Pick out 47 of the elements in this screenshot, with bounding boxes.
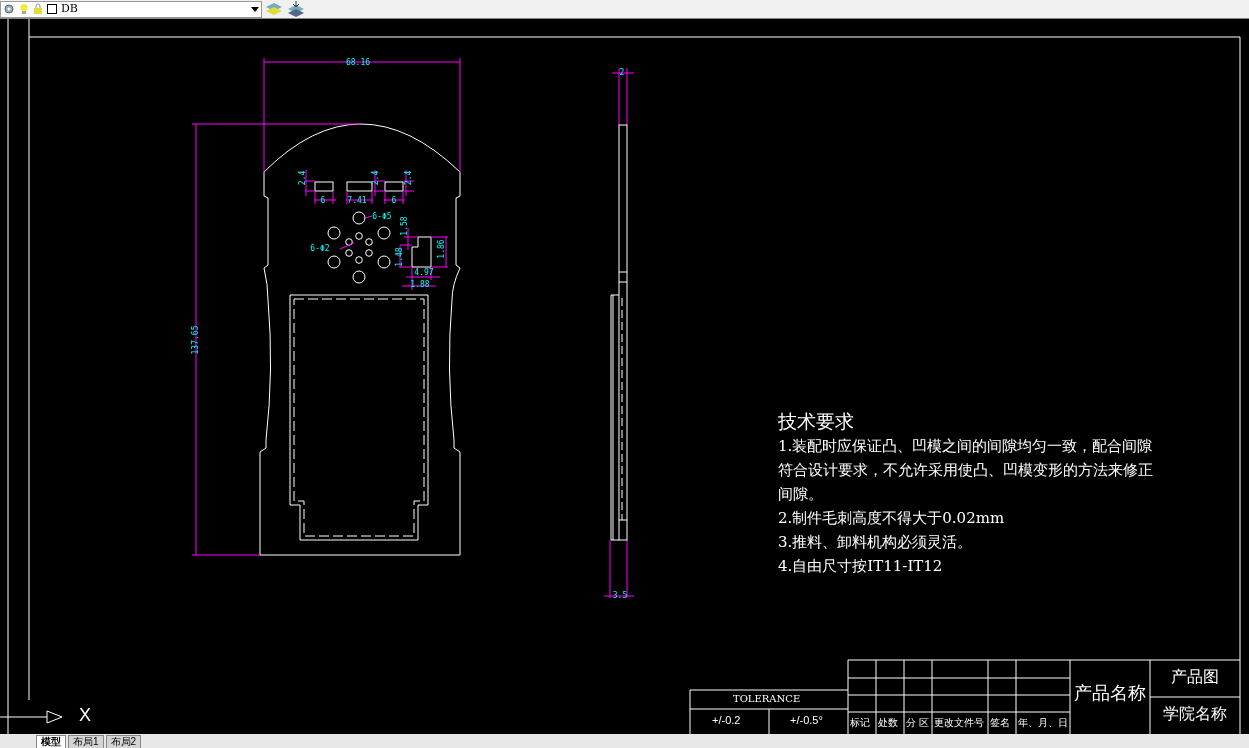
lightbulb-icon xyxy=(19,3,29,15)
layout-tab[interactable]: 布局1 xyxy=(68,735,104,748)
layout-tab[interactable]: 布局2 xyxy=(105,735,142,748)
ucs-axis-icon xyxy=(0,710,63,724)
title-block-header: 年、月、日 xyxy=(1018,718,1068,728)
dimension-label: 7.41 xyxy=(347,197,367,205)
dimension-label: 2.4 xyxy=(299,170,307,186)
tolerance-heading: TOLERANCE xyxy=(733,694,801,704)
requirements-title: 技术要求 xyxy=(778,409,855,434)
axis-label: X xyxy=(79,706,91,724)
dimension-label: 6 xyxy=(320,197,326,205)
requirement-text: 4.自由尺寸按IT11-IT12 xyxy=(778,556,944,577)
dimension-label: 3.5 xyxy=(612,592,628,600)
title-block-header: 处数 xyxy=(878,718,898,728)
tolerance-value: +/-0.2 xyxy=(712,715,741,726)
color-swatch xyxy=(47,4,57,14)
caret-icon xyxy=(251,6,259,12)
dimension-label: 6-Φ2 xyxy=(310,245,330,253)
dimension-label: 6 xyxy=(391,197,397,205)
dimension-label: 1.48 xyxy=(396,247,404,267)
school-name: 学院名称 xyxy=(1163,706,1227,722)
dimension-label: 4.97 xyxy=(414,269,434,277)
lock-icon xyxy=(33,3,43,15)
dimension-label: 6-Φ5 xyxy=(372,213,392,221)
title-block-header: 标记 xyxy=(850,718,870,728)
drawing-type: 产品图 xyxy=(1171,669,1219,685)
layer-name: DB xyxy=(61,0,79,17)
dimension-label: 2.4 xyxy=(372,170,380,186)
dimension-label: 2.4 xyxy=(405,170,413,186)
layers-icon[interactable] xyxy=(287,1,305,17)
requirement-text: 3.推料、卸料机构必须灵活。 xyxy=(778,532,974,553)
dimension-label: 1.86 xyxy=(438,239,446,259)
requirement-text: 2.制件毛刺高度不得大于0.02mm xyxy=(778,508,1006,529)
requirement-text: 1.装配时应保证凸、凹模之间的间隙均匀一致，配合间隙符合设计要求，不允许采用使凸、凹模变形的方法来修正间隙。 xyxy=(778,436,1154,505)
dimension-label: 68.16 xyxy=(345,59,371,67)
gear-icon xyxy=(3,3,15,15)
layer-dropdown[interactable]: DB xyxy=(0,0,262,18)
title-block-header: 更改文件号 xyxy=(934,718,984,728)
dimension-label: 137.65 xyxy=(192,325,200,355)
tolerance-value: +/-0.5° xyxy=(790,715,823,726)
dimension-label: 1.88 xyxy=(410,281,430,289)
dimension-label: 2 xyxy=(619,69,625,77)
title-block-header: 签名 xyxy=(990,718,1010,728)
dimension-label: 1.58 xyxy=(401,216,409,236)
title-block-header: 分 区 xyxy=(906,718,929,728)
product-name: 产品名称 xyxy=(1074,684,1146,702)
layout-tab[interactable]: 模型 xyxy=(36,735,66,748)
